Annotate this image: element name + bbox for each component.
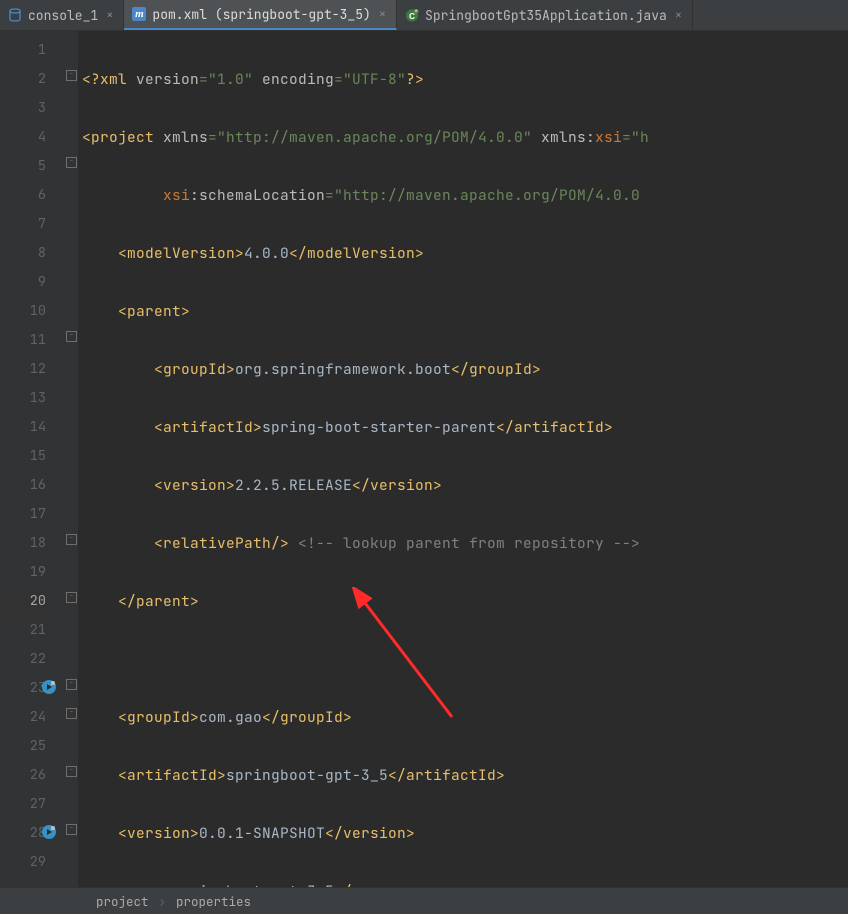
chevron-right-icon: › — [159, 893, 167, 910]
editor-tabs: console_1 × m pom.xml (springboot-gpt-3_… — [0, 0, 848, 31]
breadcrumb-bar: project › properties — [0, 887, 848, 914]
breadcrumb-item[interactable]: project — [96, 893, 149, 910]
close-icon[interactable]: × — [104, 7, 115, 23]
tab-label: console_1 — [28, 7, 98, 24]
tab-app-java[interactable]: C SpringbootGpt35Application.java × — [397, 0, 693, 30]
run-gutter-icon[interactable] — [40, 823, 58, 841]
maven-icon: m — [132, 7, 146, 21]
line-gutter: 1234567891011121314151617181920212223242… — [0, 31, 64, 887]
java-class-icon: C — [405, 8, 419, 22]
tab-console[interactable]: console_1 × — [0, 0, 124, 30]
breadcrumb-item[interactable]: properties — [176, 893, 251, 910]
tab-pom[interactable]: m pom.xml (springboot-gpt-3_5) × — [124, 0, 397, 30]
tab-label: SpringbootGpt35Application.java — [425, 7, 667, 24]
run-gutter-icon[interactable] — [40, 678, 58, 696]
code-area[interactable]: <?xml version="1.0" encoding="UTF-8"?> <… — [64, 31, 649, 887]
close-icon[interactable]: × — [377, 6, 388, 22]
close-icon[interactable]: × — [673, 7, 684, 23]
tab-label: pom.xml (springboot-gpt-3_5) — [152, 6, 370, 23]
code-editor[interactable]: 1234567891011121314151617181920212223242… — [0, 31, 848, 887]
db-icon — [8, 8, 22, 22]
